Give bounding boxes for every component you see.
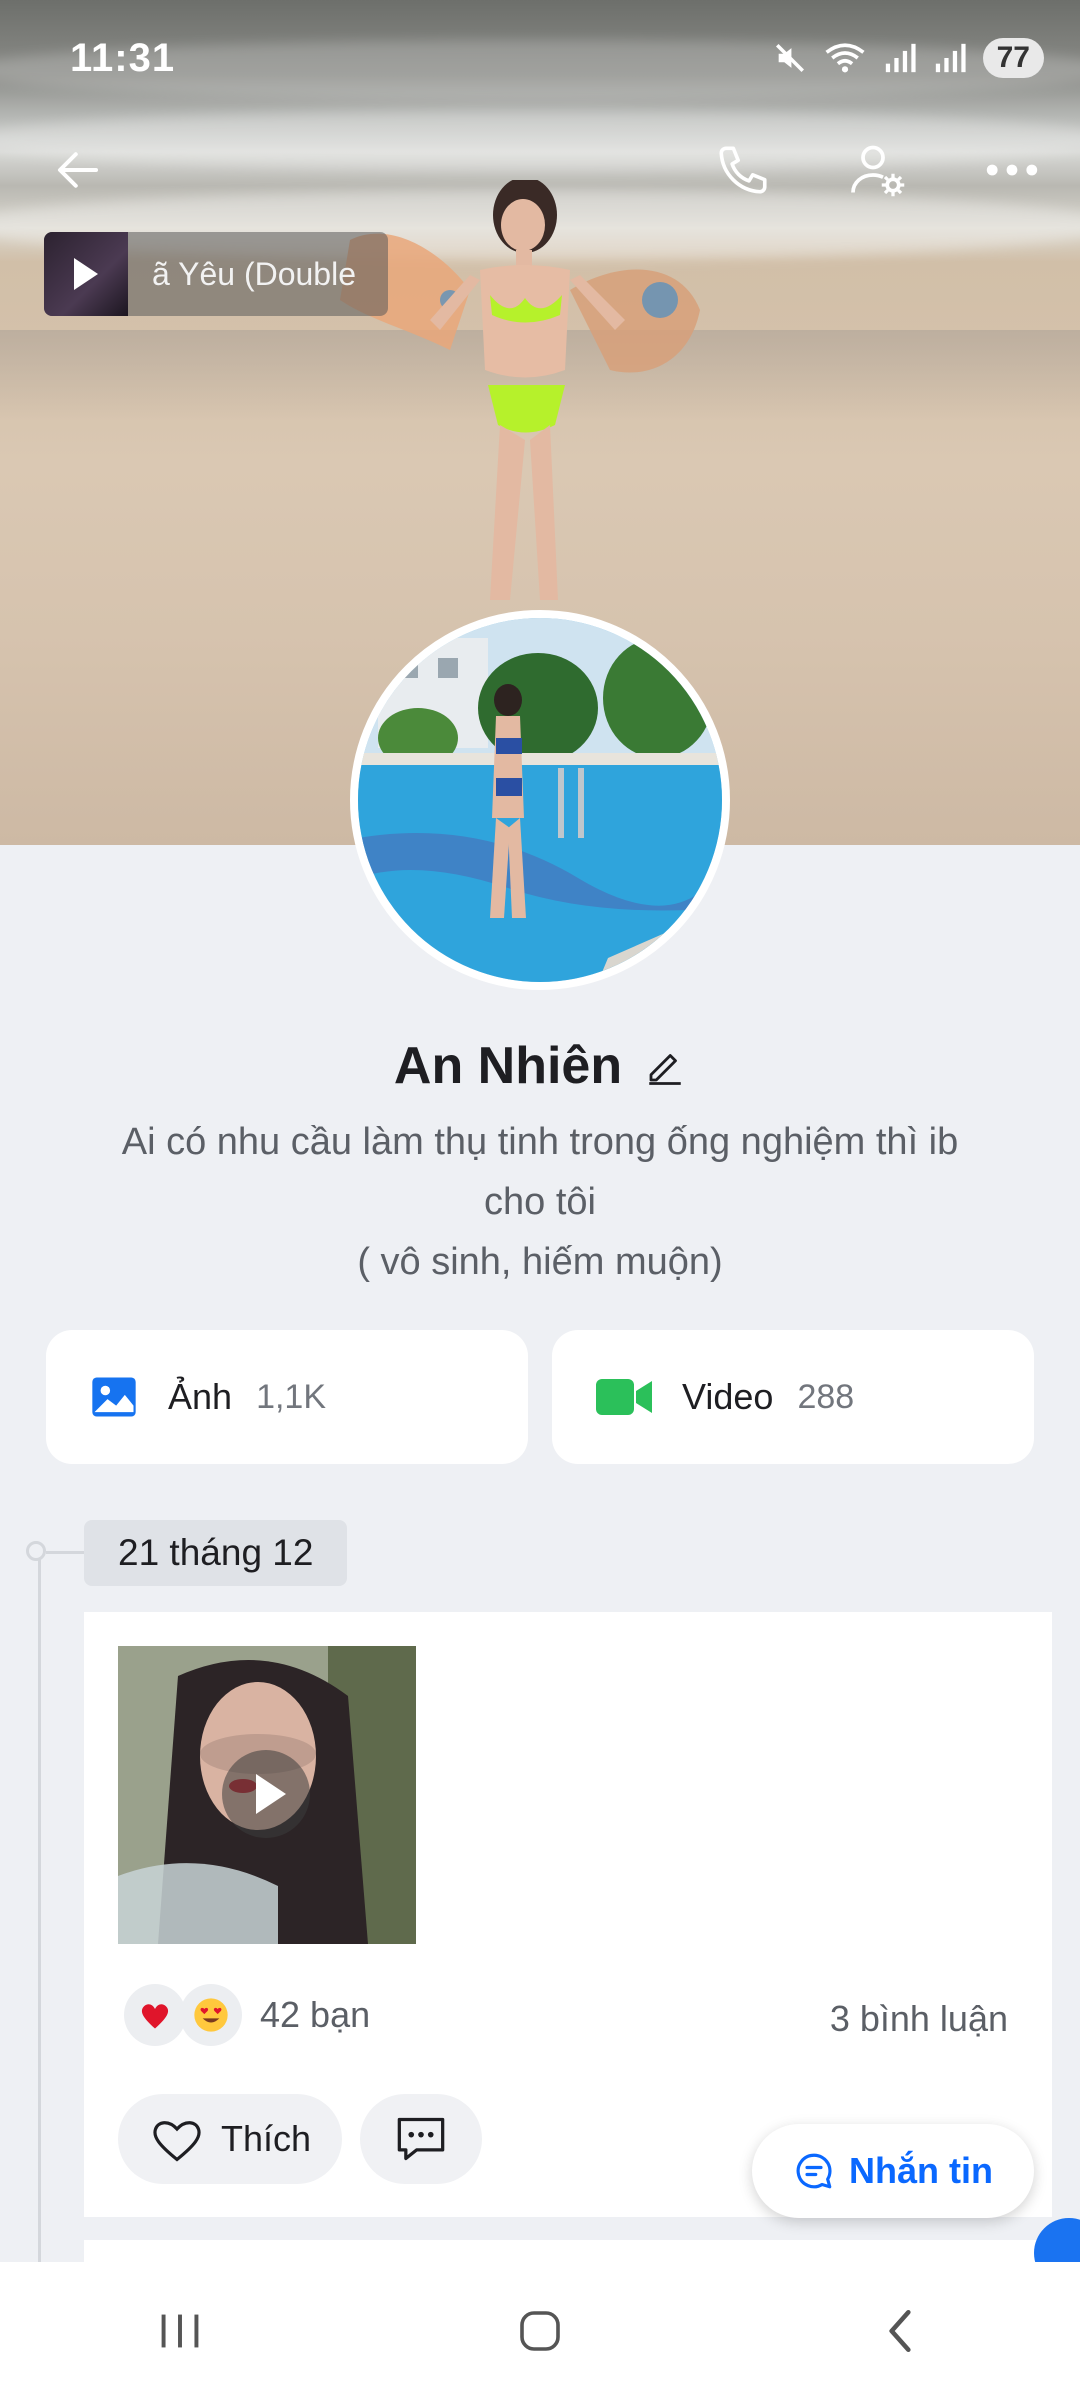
comment-icon [397, 2117, 445, 2161]
mute-icon [775, 43, 804, 73]
system-navigation-bar [0, 2262, 1080, 2400]
back-button[interactable] [38, 130, 118, 210]
more-dots-icon [986, 164, 1038, 176]
chevron-left-icon [889, 2309, 911, 2353]
comment-button[interactable] [360, 2094, 482, 2184]
heart-outline-icon [153, 2121, 201, 2162]
heart-eyes-emoji-icon [180, 1984, 242, 2046]
arrow-left-icon [57, 152, 99, 188]
photos-label: Ảnh [168, 1376, 233, 1417]
avatar-image [358, 618, 722, 982]
call-button[interactable] [703, 130, 783, 210]
image-icon [92, 1377, 136, 1417]
bio-line: ( vô sinh, hiếm muộn) [357, 1241, 723, 1283]
videos-button[interactable]: Video 288 [552, 1330, 1034, 1464]
nav-back-button[interactable] [840, 2281, 960, 2381]
play-icon [74, 258, 98, 290]
timeline-dot [26, 1541, 46, 1561]
profile-settings-button[interactable] [838, 130, 918, 210]
videos-count: 288 [797, 1377, 855, 1416]
message-label: Nhắn tin [849, 2150, 993, 2191]
phone-icon [719, 146, 767, 194]
like-label: Thích [220, 2118, 312, 2159]
video-camera-icon [596, 1379, 652, 1415]
reaction-count: 42 bạn [260, 1994, 371, 2035]
profile-name-row: An Nhiên [0, 1036, 1080, 1096]
like-button[interactable]: Thích [118, 2094, 342, 2184]
wifi-icon [825, 43, 865, 73]
bio-line: Ai có nhu cầu làm thụ tinh trong ống ngh… [121, 1121, 959, 1163]
message-button[interactable]: Nhắn tin [752, 2124, 1034, 2218]
signal-icon [885, 43, 916, 73]
status-bar: 11:31 77 [0, 0, 1080, 120]
signal-icon [935, 43, 966, 73]
profile-music-chip[interactable]: ã Yêu (Double [44, 232, 388, 316]
chat-icon [796, 2153, 832, 2189]
clock: 11:31 [70, 36, 176, 80]
bio-line: cho tôi [484, 1181, 596, 1223]
recent-apps-icon [161, 2314, 199, 2348]
play-icon [222, 1750, 310, 1838]
pencil-icon[interactable] [644, 1045, 686, 1087]
post-video-thumbnail[interactable] [118, 1646, 416, 1944]
avatar[interactable] [350, 610, 730, 990]
profile-name: An Nhiên [393, 1037, 623, 1095]
music-title: ã Yêu (Double [152, 255, 356, 292]
videos-label: Video [682, 1376, 774, 1417]
home-button[interactable] [480, 2281, 600, 2381]
timeline-connector [46, 1551, 84, 1554]
more-button[interactable] [972, 130, 1052, 210]
profile-bio: Ai có nhu cầu làm thụ tinh trong ống ngh… [60, 1112, 1020, 1292]
timeline-date: 21 tháng 12 [84, 1520, 348, 1586]
comments-count[interactable]: 3 bình luận [830, 1998, 1008, 2040]
timeline-line [38, 1548, 41, 2268]
heart-emoji-icon [124, 1984, 186, 2046]
photos-button[interactable]: Ảnh 1,1K [46, 1330, 528, 1464]
home-icon [520, 2311, 560, 2351]
user-settings-icon [851, 145, 905, 197]
photos-count: 1,1K [256, 1377, 327, 1416]
music-thumbnail [44, 232, 128, 316]
reactions-summary[interactable]: 42 bạn [124, 1984, 370, 2046]
battery-indicator: 77 [982, 38, 1044, 78]
recent-apps-button[interactable] [120, 2281, 240, 2381]
